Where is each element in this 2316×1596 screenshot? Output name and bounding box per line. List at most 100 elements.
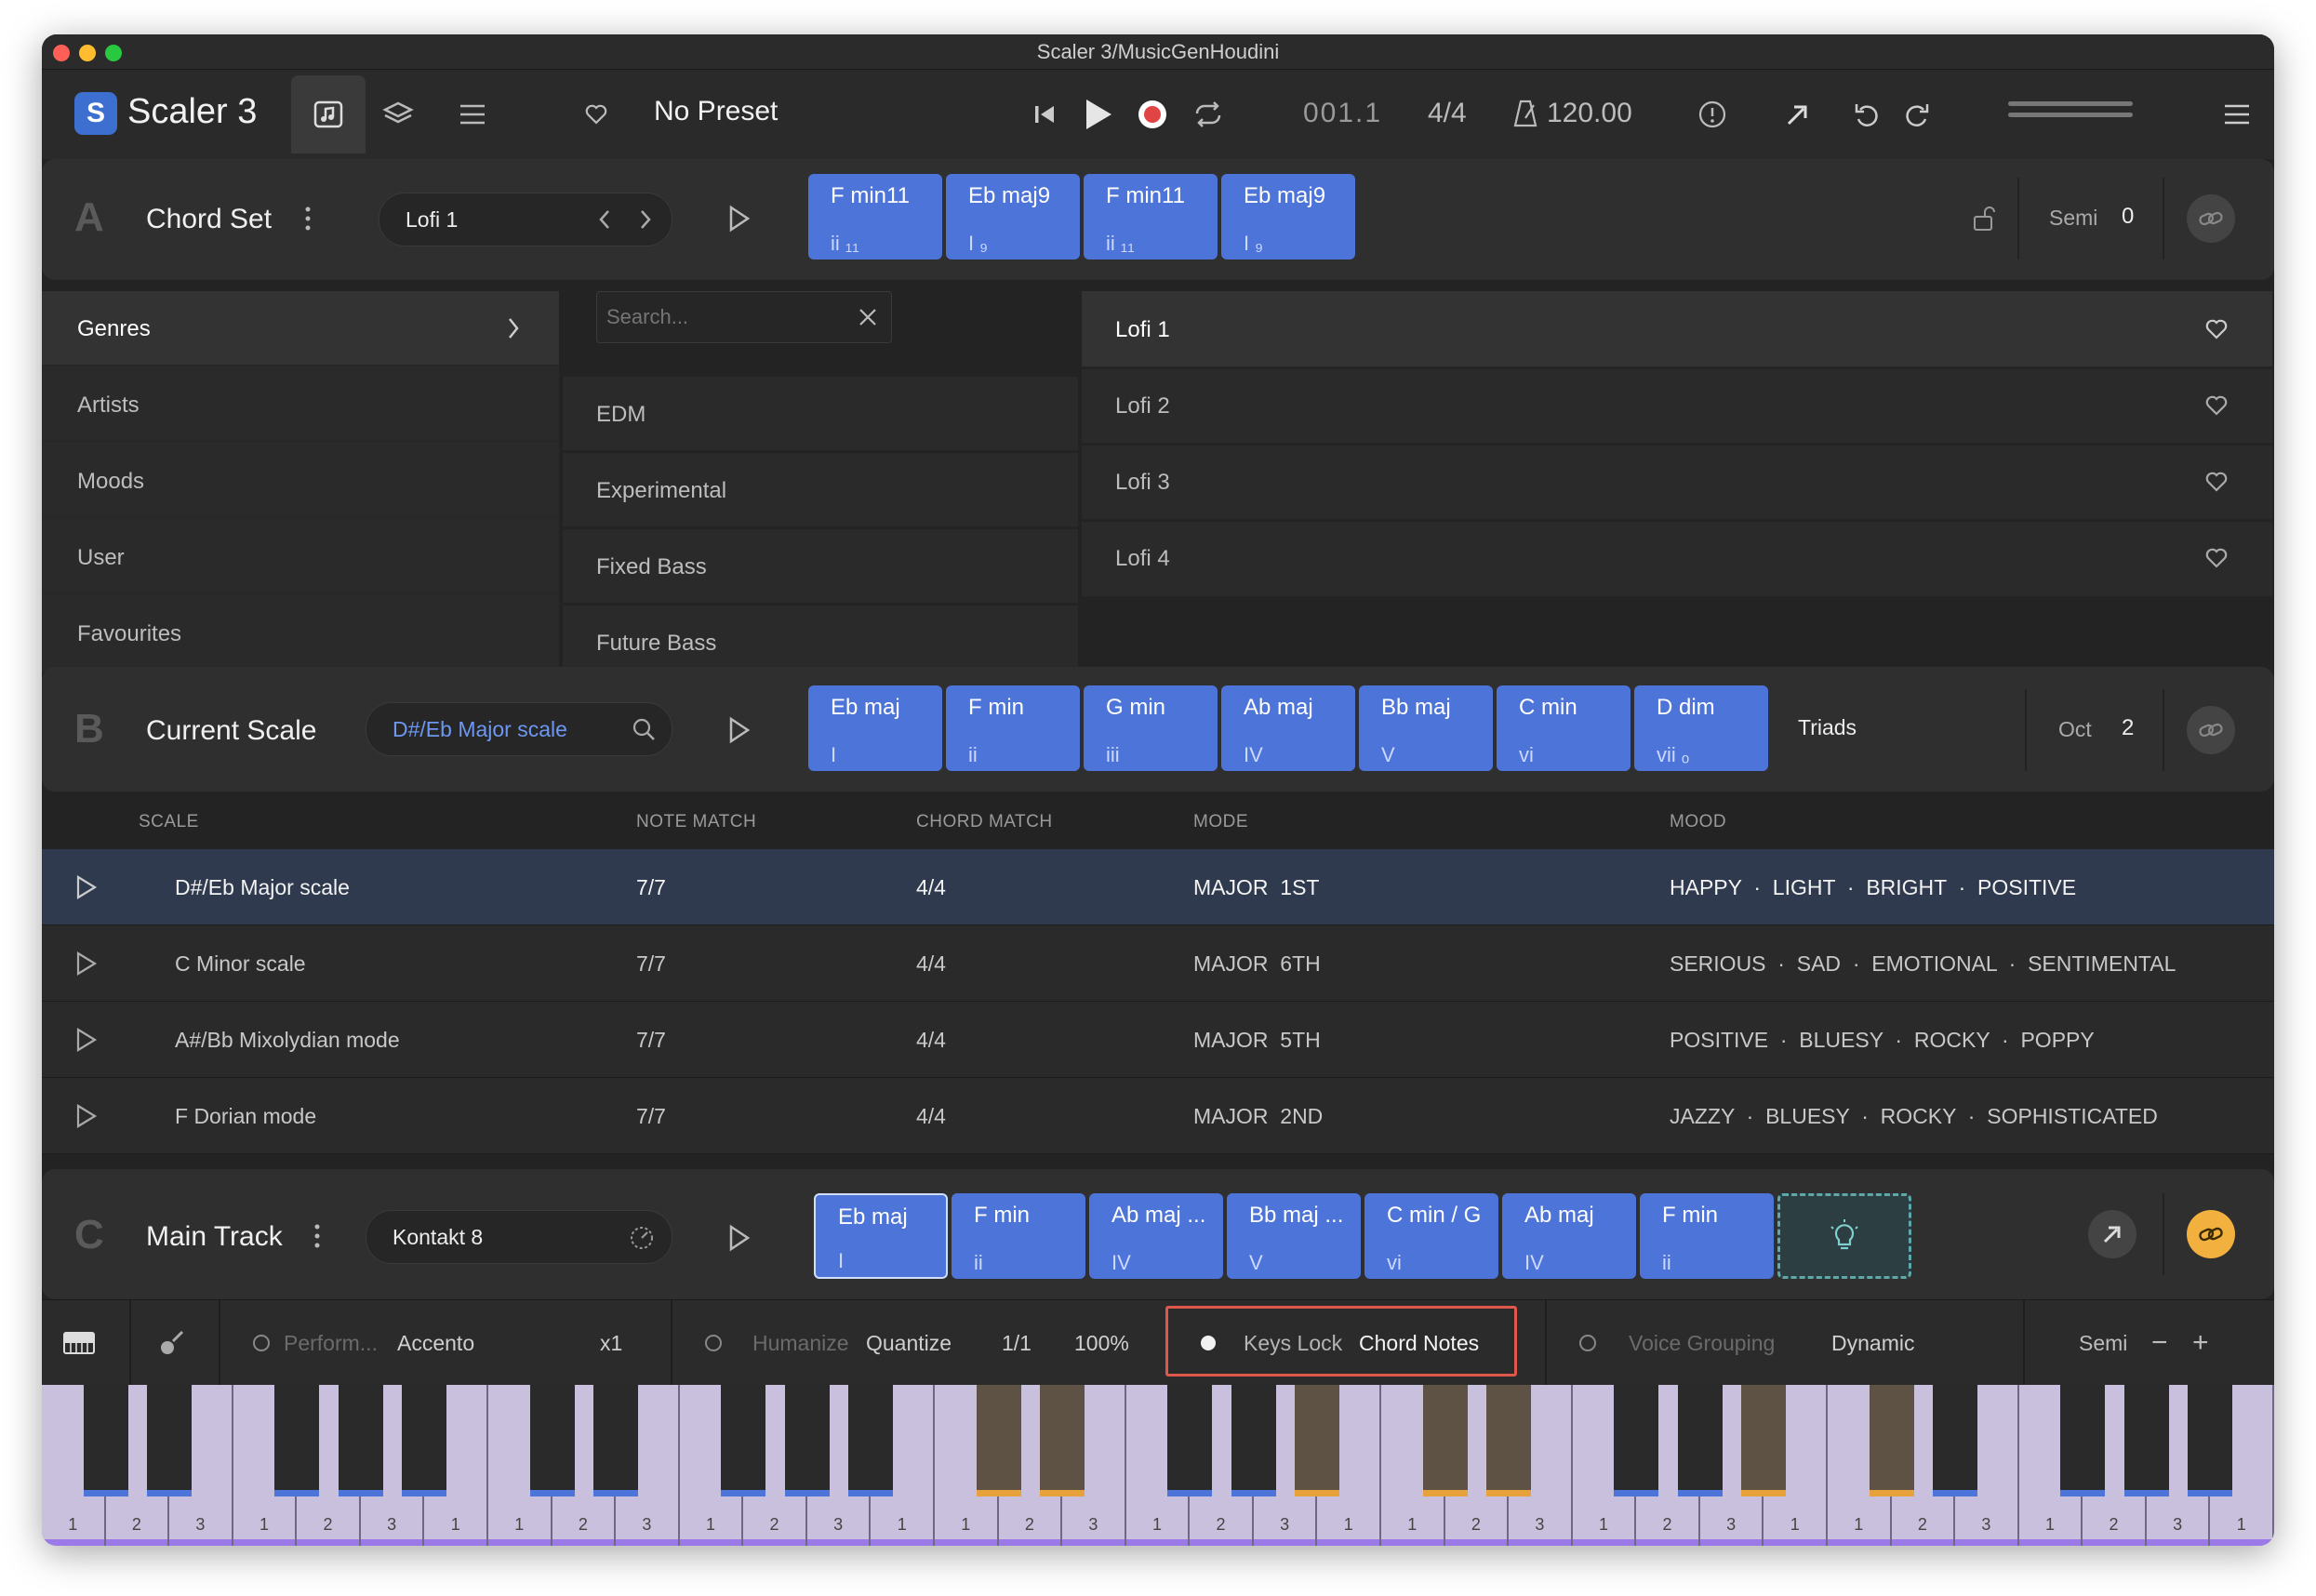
black-key[interactable] bbox=[2188, 1385, 2233, 1496]
preset-name[interactable]: No Preset bbox=[654, 96, 778, 127]
play-chord-set-button[interactable] bbox=[721, 200, 758, 237]
black-key[interactable] bbox=[1677, 1385, 1723, 1496]
category-genres[interactable]: Genres bbox=[42, 291, 559, 366]
chord-pad[interactable]: F min ii bbox=[952, 1193, 1085, 1279]
oct-value[interactable]: 2 bbox=[2122, 715, 2134, 741]
voice-grouping-value[interactable]: Dynamic bbox=[1831, 1300, 1914, 1386]
header-note-match[interactable]: NOTE MATCH bbox=[636, 812, 756, 832]
black-key[interactable] bbox=[976, 1385, 1021, 1496]
record-button[interactable] bbox=[1132, 94, 1173, 135]
chord-pad[interactable]: Ab maj ... IV bbox=[1089, 1193, 1223, 1279]
black-key[interactable] bbox=[274, 1385, 320, 1496]
chord-pad[interactable]: Eb maj I bbox=[808, 685, 942, 771]
quantize-label[interactable]: Quantize bbox=[866, 1300, 952, 1386]
main-track-menu-button[interactable] bbox=[308, 1217, 326, 1255]
export-track-button[interactable] bbox=[2088, 1210, 2136, 1258]
instrument-selector[interactable]: Kontakt 8 bbox=[366, 1210, 672, 1264]
black-key[interactable] bbox=[593, 1385, 639, 1496]
preset-item[interactable]: Lofi 4 bbox=[1082, 522, 2272, 596]
black-key[interactable] bbox=[1741, 1385, 1787, 1496]
black-key[interactable] bbox=[529, 1385, 575, 1496]
chord-pad[interactable]: F min ii bbox=[946, 685, 1080, 771]
table-row[interactable]: D#/Eb Major scale 7/7 4/4 MAJOR 1ST HAPP… bbox=[42, 849, 2274, 925]
chord-pad[interactable]: Bb maj V bbox=[1359, 685, 1493, 771]
black-key[interactable] bbox=[721, 1385, 766, 1496]
next-preset-button[interactable] bbox=[632, 206, 659, 233]
tempo-value[interactable]: 120.00 bbox=[1547, 98, 1632, 129]
undo-button[interactable] bbox=[1850, 98, 1883, 131]
humanize-toggle-icon[interactable] bbox=[704, 1334, 723, 1352]
play-scale-button[interactable] bbox=[721, 712, 758, 749]
tab-layers[interactable] bbox=[375, 94, 421, 135]
perform-value[interactable]: Accento bbox=[397, 1300, 474, 1386]
black-key[interactable] bbox=[1614, 1385, 1659, 1496]
heart-icon[interactable] bbox=[2205, 472, 2228, 492]
category-moods[interactable]: Moods bbox=[42, 444, 559, 518]
link-button[interactable] bbox=[2187, 194, 2235, 243]
category-favourites[interactable]: Favourites bbox=[42, 596, 559, 671]
black-key[interactable] bbox=[402, 1385, 447, 1496]
genre-item[interactable]: Experimental bbox=[563, 453, 1078, 527]
quantize-percent[interactable]: 100% bbox=[1074, 1300, 1129, 1386]
guitar-view-button[interactable] bbox=[153, 1326, 191, 1360]
redo-button[interactable] bbox=[1900, 98, 1934, 131]
category-artists[interactable]: Artists bbox=[42, 367, 559, 442]
chord-pad[interactable]: C min vi bbox=[1497, 685, 1631, 771]
category-user[interactable]: User bbox=[42, 520, 559, 594]
black-key[interactable] bbox=[338, 1385, 383, 1496]
info-button[interactable] bbox=[1696, 98, 1729, 131]
genre-item[interactable]: Fixed Bass bbox=[563, 529, 1078, 604]
header-mode[interactable]: MODE bbox=[1193, 812, 1248, 832]
heart-icon[interactable] bbox=[2205, 395, 2228, 416]
chord-pad[interactable]: Bb maj ... V bbox=[1227, 1193, 1361, 1279]
black-key[interactable] bbox=[1422, 1385, 1468, 1496]
chord-pad[interactable]: D dim vii ₒ bbox=[1634, 685, 1768, 771]
play-button[interactable] bbox=[1076, 92, 1121, 137]
chord-pad[interactable]: F min ii bbox=[1640, 1193, 1774, 1279]
search-field[interactable] bbox=[596, 291, 892, 343]
link-button-active[interactable] bbox=[2187, 1210, 2235, 1258]
chord-set-menu-button[interactable] bbox=[299, 200, 317, 237]
header-chord-match[interactable]: CHORD MATCH bbox=[916, 812, 1053, 832]
table-row[interactable]: C Minor scale 7/7 4/4 MAJOR 6TH SERIOUS … bbox=[42, 925, 2274, 1002]
tab-song[interactable] bbox=[291, 75, 366, 153]
black-key[interactable] bbox=[1869, 1385, 1914, 1496]
chord-pad[interactable]: C min / G vi bbox=[1364, 1193, 1498, 1279]
header-scale[interactable]: SCALE bbox=[139, 812, 199, 832]
rewind-button[interactable] bbox=[1026, 96, 1063, 133]
perform-multiplier[interactable]: x1 bbox=[600, 1300, 622, 1386]
keys-lock-value[interactable]: Chord Notes bbox=[1359, 1300, 1479, 1386]
scale-selector[interactable]: D#/Eb Major scale bbox=[366, 702, 672, 756]
main-menu-button[interactable] bbox=[2220, 98, 2254, 131]
black-key[interactable] bbox=[147, 1385, 193, 1496]
chord-pad[interactable]: Eb maj I bbox=[814, 1193, 948, 1279]
semi-minus-button[interactable]: − bbox=[2151, 1300, 2168, 1386]
black-key[interactable] bbox=[848, 1385, 894, 1496]
favourite-preset-button[interactable] bbox=[579, 98, 613, 131]
tab-list[interactable] bbox=[449, 94, 496, 135]
chord-pad[interactable]: F min11 ii ₁₁ bbox=[808, 174, 942, 259]
voice-grouping-toggle-icon[interactable] bbox=[1578, 1334, 1597, 1352]
semi-value[interactable]: 0 bbox=[2122, 204, 2134, 230]
preset-item[interactable]: Lofi 1 bbox=[1082, 291, 2272, 367]
black-key[interactable] bbox=[1231, 1385, 1276, 1496]
preset-item[interactable]: Lofi 2 bbox=[1082, 369, 2272, 444]
chord-pad[interactable]: Eb maj9 I ₉ bbox=[946, 174, 1080, 259]
chord-set-selector[interactable]: Lofi 1 bbox=[379, 193, 672, 246]
drag-export-button[interactable] bbox=[1781, 98, 1815, 131]
table-row[interactable]: A#/Bb Mixolydian mode 7/7 4/4 MAJOR 5TH … bbox=[42, 1002, 2274, 1078]
piano-keyboard[interactable]: 1 2 3 1 2 3 1 1 2 3 1 2 3 1 1 2 3 1 2 3 1 1 2 3 1 2 3 1 1 2 3 1 2 3 1 bbox=[42, 1385, 2274, 1546]
black-key[interactable] bbox=[1040, 1385, 1085, 1496]
quantize-value[interactable]: 1/1 bbox=[1002, 1300, 1032, 1386]
semi-plus-button[interactable]: + bbox=[2192, 1300, 2209, 1386]
chord-pad[interactable]: F min11 ii ₁₁ bbox=[1084, 174, 1218, 259]
black-key[interactable] bbox=[1933, 1385, 1978, 1496]
chord-pad[interactable]: Eb maj9 I ₉ bbox=[1221, 174, 1355, 259]
metronome-icon[interactable] bbox=[1511, 98, 1539, 129]
keys-lock-toggle-icon[interactable] bbox=[1199, 1334, 1218, 1352]
loop-button[interactable] bbox=[1188, 94, 1229, 135]
black-key[interactable] bbox=[784, 1385, 830, 1496]
keyboard-view-button[interactable] bbox=[60, 1326, 98, 1360]
heart-icon[interactable] bbox=[2205, 548, 2228, 568]
heart-icon[interactable] bbox=[2205, 319, 2228, 339]
